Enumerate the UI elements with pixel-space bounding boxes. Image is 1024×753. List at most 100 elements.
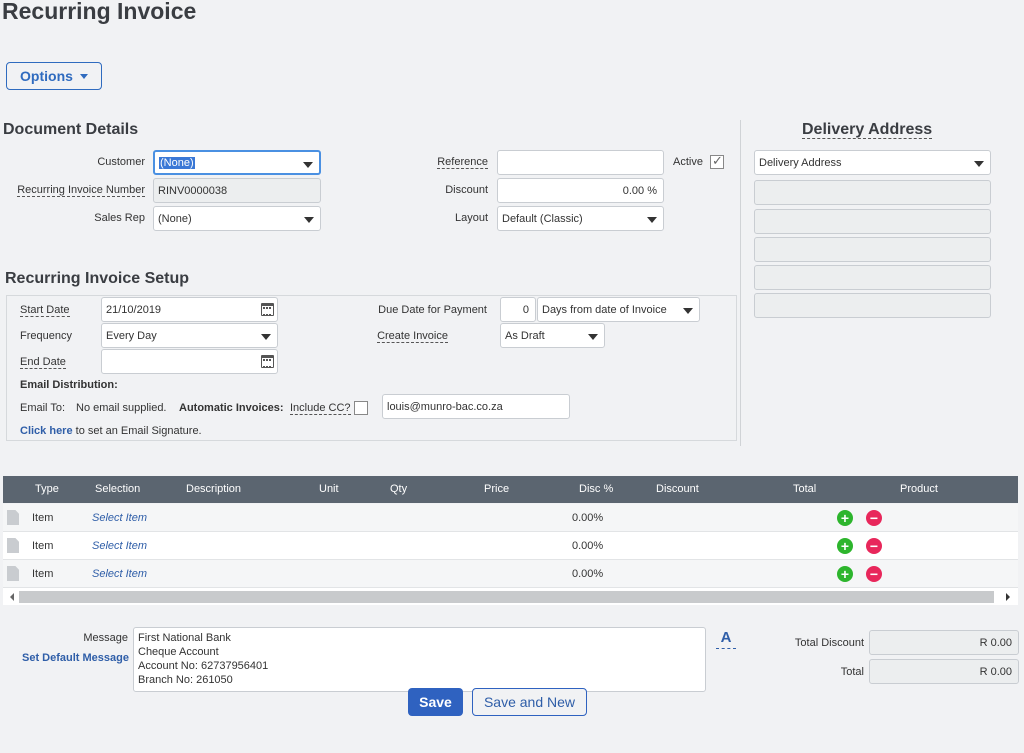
delivery-address-line-2[interactable] — [754, 209, 991, 234]
email-signature-text: to set an Email Signature. — [75, 425, 202, 437]
layout-label: Layout — [454, 212, 488, 224]
create-invoice-value: As Draft — [505, 329, 545, 342]
chevron-down-icon — [974, 161, 984, 167]
due-date-label: Due Date for Payment — [378, 304, 487, 316]
email-to-value: No email supplied. — [76, 402, 167, 414]
col-discount[interactable]: Discount — [656, 483, 699, 495]
select-item-link[interactable]: Select Item — [92, 512, 147, 524]
email-to-label: Email To: — [20, 402, 66, 414]
create-invoice-select[interactable]: As Draft — [500, 323, 605, 348]
row-type: Item — [32, 568, 54, 580]
setup-title: Recurring Invoice Setup — [5, 270, 190, 287]
customer-label: Customer — [97, 156, 145, 168]
message-line: Branch No: 261050 — [138, 674, 233, 686]
message-label: Message — [83, 632, 128, 644]
discount-input[interactable]: 0.00 % — [497, 178, 664, 203]
reference-label: Reference — [437, 156, 488, 169]
due-type-select[interactable]: Days from date of Invoice — [537, 297, 700, 322]
col-qty[interactable]: Qty — [390, 483, 407, 495]
customer-select[interactable]: (None) — [153, 150, 321, 175]
recurring-number-label: Recurring Invoice Number — [17, 184, 145, 197]
document-icon — [7, 510, 19, 525]
col-product[interactable]: Product — [900, 483, 938, 495]
col-price[interactable]: Price — [484, 483, 509, 495]
delivery-address-title: Delivery Address — [802, 121, 933, 139]
grid-header: Type Selection Description Unit Qty Pric… — [3, 476, 1018, 503]
select-item-link[interactable]: Select Item — [92, 568, 147, 580]
total-field: R 0.00 — [869, 659, 1019, 684]
scroll-left-icon[interactable] — [10, 593, 14, 601]
table-row: Item Select Item 0.00% + − — [3, 560, 1018, 588]
delivery-address-line-4[interactable] — [754, 265, 991, 290]
remove-row-icon[interactable]: − — [866, 538, 882, 554]
email-signature-line: Click here to set an Email Signature. — [20, 425, 202, 437]
document-icon — [7, 538, 19, 553]
frequency-select[interactable]: Every Day — [101, 323, 278, 348]
sales-rep-value: (None) — [158, 212, 192, 225]
scroll-right-icon[interactable] — [1006, 593, 1010, 601]
document-icon — [7, 566, 19, 581]
frequency-label: Frequency — [20, 330, 72, 342]
font-format-icon[interactable]: A — [716, 629, 736, 649]
chevron-down-icon — [588, 334, 598, 340]
email-distribution-label: Email Distribution: — [20, 379, 118, 391]
remove-row-icon[interactable]: − — [866, 566, 882, 582]
delivery-address-line-1[interactable] — [754, 180, 991, 205]
chevron-down-icon — [303, 162, 313, 168]
message-line: First National Bank — [138, 632, 231, 644]
save-button[interactable]: Save — [408, 688, 463, 716]
table-row: Item Select Item 0.00% + − — [3, 504, 1018, 532]
active-checkbox[interactable] — [710, 153, 724, 169]
delivery-address-select[interactable]: Delivery Address — [754, 150, 991, 175]
remove-row-icon[interactable]: − — [866, 510, 882, 526]
save-and-new-button[interactable]: Save and New — [472, 688, 587, 716]
row-disc: 0.00% — [572, 540, 604, 552]
sales-rep-label: Sales Rep — [94, 212, 145, 224]
chevron-down-icon — [683, 308, 693, 314]
add-row-icon[interactable]: + — [837, 566, 853, 582]
sales-rep-select[interactable]: (None) — [153, 206, 321, 231]
active-label: Active — [673, 156, 703, 168]
row-type: Item — [32, 540, 54, 552]
start-date-input[interactable]: 21/10/2019 — [101, 297, 278, 322]
due-days-input[interactable]: 0 — [500, 297, 536, 322]
message-textarea[interactable]: First National Bank Cheque Account Accou… — [133, 627, 706, 692]
delivery-address-line-5[interactable] — [754, 293, 991, 318]
chevron-down-icon — [647, 217, 657, 223]
layout-select[interactable]: Default (Classic) — [497, 206, 664, 231]
reference-input[interactable] — [497, 150, 664, 175]
include-cc-label: Include CC? — [290, 402, 351, 415]
delivery-address-line-3[interactable] — [754, 237, 991, 262]
horizontal-scrollbar[interactable] — [3, 588, 1018, 605]
select-item-link[interactable]: Select Item — [92, 540, 147, 552]
section-divider — [740, 120, 741, 446]
col-type[interactable]: Type — [35, 483, 59, 495]
options-button[interactable]: Options — [6, 62, 102, 90]
row-type: Item — [32, 512, 54, 524]
start-date-value: 21/10/2019 — [106, 303, 162, 316]
message-line: Cheque Account — [138, 646, 219, 658]
calendar-icon[interactable] — [261, 355, 274, 368]
calendar-icon[interactable] — [261, 303, 274, 316]
add-row-icon[interactable]: + — [837, 538, 853, 554]
scrollbar-thumb[interactable] — [19, 591, 994, 603]
click-here-link[interactable]: Click here — [20, 425, 73, 437]
cc-email-input[interactable]: louis@munro-bac.co.za — [382, 394, 570, 419]
col-selection[interactable]: Selection — [95, 483, 140, 495]
include-cc-checkbox[interactable] — [354, 401, 368, 415]
layout-value: Default (Classic) — [502, 212, 583, 225]
total-label: Total — [840, 666, 864, 678]
end-date-label: End Date — [20, 356, 66, 369]
delivery-address-value: Delivery Address — [759, 156, 842, 169]
recurring-number-field[interactable]: RINV0000038 — [153, 178, 321, 203]
start-date-label: Start Date — [20, 304, 70, 317]
options-label: Options — [20, 68, 73, 84]
col-disc-percent[interactable]: Disc % — [579, 483, 613, 495]
set-default-message-link[interactable]: Set Default Message — [22, 652, 129, 664]
end-date-input[interactable] — [101, 349, 278, 374]
add-row-icon[interactable]: + — [837, 510, 853, 526]
col-total[interactable]: Total — [793, 483, 816, 495]
message-line: Account No: 62737956401 — [138, 660, 269, 672]
col-description[interactable]: Description — [186, 483, 241, 495]
col-unit[interactable]: Unit — [319, 483, 339, 495]
